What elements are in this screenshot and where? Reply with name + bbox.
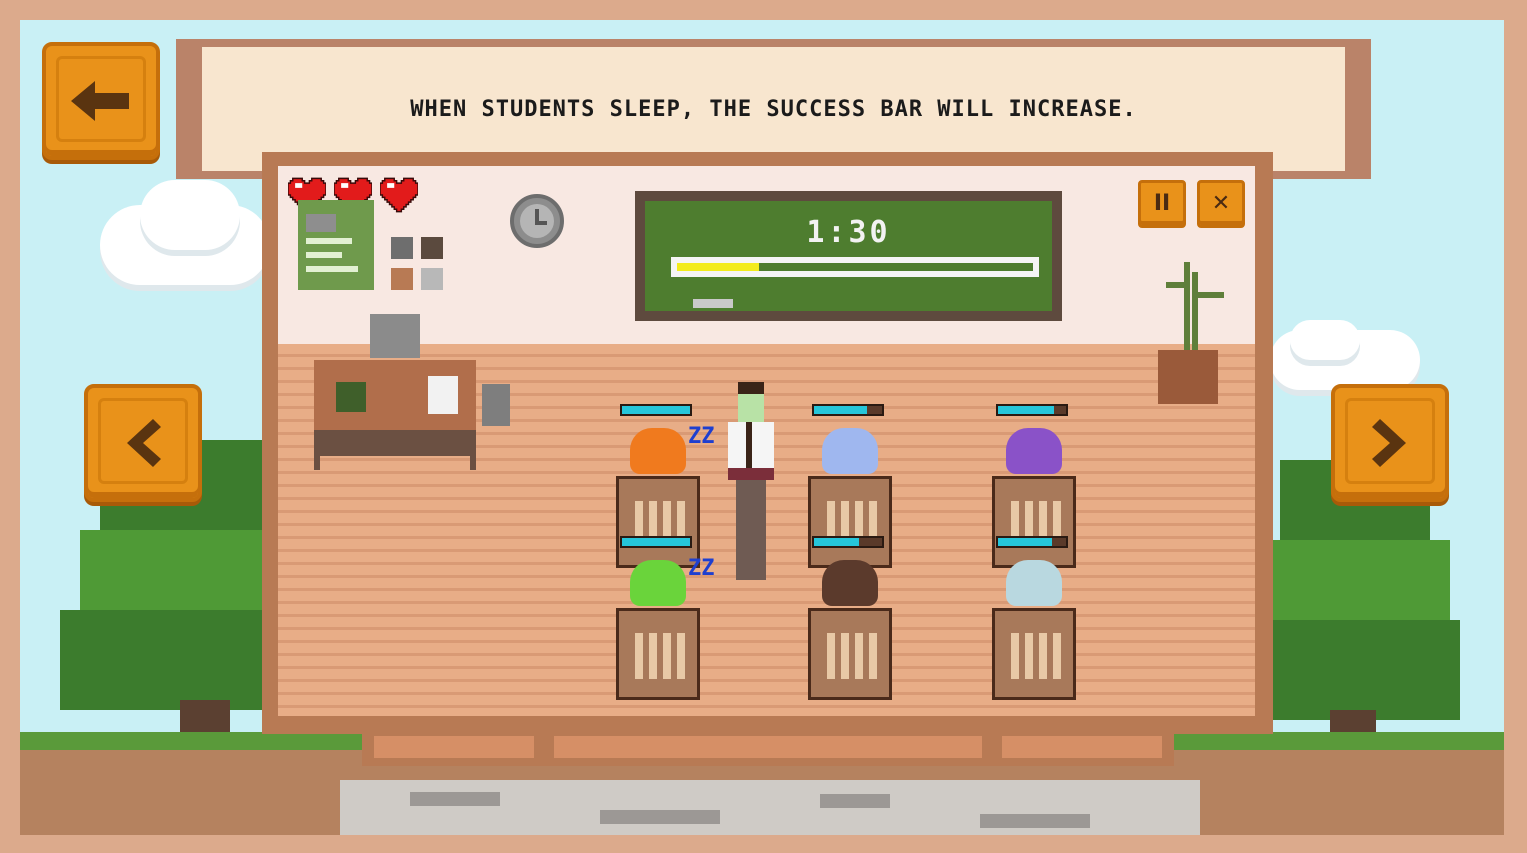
wall-poster [298, 200, 374, 290]
stone-path [340, 780, 1200, 835]
pause-icon: II [1153, 191, 1171, 216]
student-1[interactable]: ZZ [616, 404, 715, 568]
student-head [1006, 560, 1062, 606]
student-2[interactable] [808, 404, 900, 568]
student-chair [992, 608, 1076, 700]
success-bar-fill [677, 263, 759, 271]
trash-can [482, 384, 510, 426]
student-head [822, 560, 878, 606]
game-screen: WHEN STUDENTS SLEEP, THE SUCCESS BAR WIL… [0, 0, 1527, 853]
color-swatch [421, 237, 443, 259]
tree [1245, 620, 1460, 720]
student-energy-fill [622, 538, 690, 546]
close-button[interactable]: ✕ [1197, 180, 1245, 228]
student-energy-fill [814, 406, 868, 414]
desk-drawer [314, 430, 476, 456]
student-energy-bar [812, 404, 884, 416]
student-energy-fill [998, 406, 1054, 414]
plant-pot [1158, 350, 1218, 404]
student-chair [616, 608, 700, 700]
chevron-right-icon [1372, 419, 1406, 467]
previous-button[interactable] [84, 384, 202, 502]
sleep-zz-icon: ZZ [688, 424, 715, 449]
teacher-desk [314, 360, 476, 430]
student-4[interactable]: ZZ [616, 536, 715, 700]
student-chair [808, 608, 892, 700]
student-head [630, 560, 686, 606]
instruction-text: WHEN STUDENTS SLEEP, THE SUCCESS BAR WIL… [410, 96, 1137, 122]
chalkboard: 1:30 [635, 191, 1062, 321]
student-energy-bar [620, 536, 692, 548]
success-bar [671, 257, 1039, 277]
student-5[interactable] [808, 536, 900, 700]
student-head [822, 428, 878, 474]
color-swatch [391, 237, 413, 259]
student-energy-bar [996, 536, 1068, 548]
heart-icon [380, 177, 418, 213]
close-icon: ✕ [1211, 191, 1231, 216]
back-button[interactable] [42, 42, 160, 160]
student-head [630, 428, 686, 474]
student-energy-fill [814, 538, 859, 546]
chalk [693, 299, 733, 308]
student-energy-bar [620, 404, 692, 416]
student-6[interactable] [992, 536, 1084, 700]
student-chair [992, 476, 1076, 568]
student-chair [616, 476, 700, 568]
cloud [140, 180, 240, 250]
student-3[interactable] [992, 404, 1084, 568]
desk-stand [370, 314, 420, 358]
countdown-timer: 1:30 [806, 215, 891, 250]
student-energy-bar [812, 536, 884, 548]
next-button[interactable] [1331, 384, 1449, 502]
student-energy-fill [998, 538, 1053, 546]
pause-button[interactable]: II [1138, 180, 1186, 228]
sleep-zz-icon: ZZ [688, 556, 715, 581]
cloud [1290, 320, 1360, 360]
back-arrow-icon [71, 81, 129, 121]
teacher-character [722, 382, 782, 582]
platform [362, 732, 1174, 766]
color-swatch [391, 268, 413, 290]
student-energy-fill [622, 406, 690, 414]
student-energy-bar [996, 404, 1068, 416]
color-swatch [421, 268, 443, 290]
plant [1184, 262, 1190, 354]
chevron-left-icon [127, 419, 161, 467]
student-head [1006, 428, 1062, 474]
clock-icon [510, 194, 564, 248]
student-chair [808, 476, 892, 568]
